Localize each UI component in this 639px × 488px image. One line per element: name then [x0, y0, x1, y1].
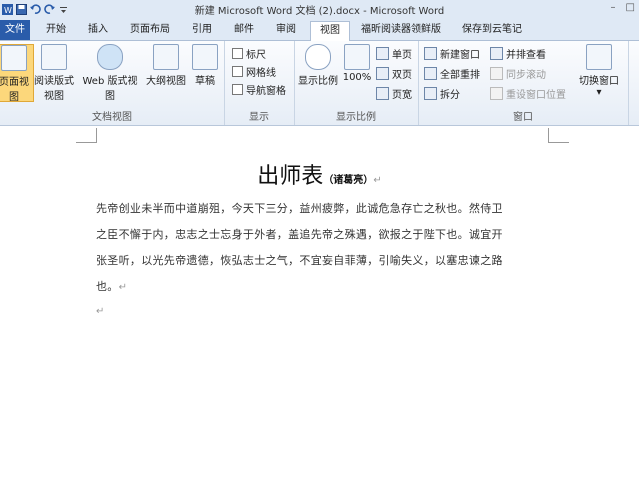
arrange-all-label: 全部重排: [440, 70, 480, 81]
switch-windows-icon: [586, 44, 612, 70]
gridlines-label: 网格线: [246, 68, 276, 79]
two-pages-button[interactable]: 双页: [376, 66, 412, 81]
window-title: 新建 Microsoft Word 文档 (2).docx - Microsof…: [194, 6, 445, 17]
gridlines-check-icon: [232, 66, 243, 77]
maximize-button[interactable]: □: [626, 2, 635, 13]
reset-window-position-button[interactable]: 重设窗口位置: [490, 86, 566, 101]
tab-mailings[interactable]: 邮件: [228, 21, 260, 39]
draft-button[interactable]: 草稿: [190, 44, 220, 87]
arrange-all-icon: [424, 67, 437, 80]
sync-scroll-icon: [490, 67, 503, 80]
outline-button[interactable]: 大纲视图: [146, 44, 186, 87]
reset-window-position-icon: [490, 87, 503, 100]
navigation-pane-label: 导航窗格: [246, 86, 286, 97]
tab-references[interactable]: 引用: [186, 21, 218, 39]
arrange-all-button[interactable]: 全部重排: [424, 66, 480, 81]
outline-label: 大纲视图: [146, 76, 186, 87]
switch-windows-arrow-icon: ▾: [596, 87, 602, 98]
group-label-window: 窗口: [513, 112, 533, 123]
group-document-views: 页面视图 阅读版式 视图 Web 版式视图 大纲视图 草稿 文档视图: [0, 41, 225, 125]
tab-file[interactable]: 文件: [0, 20, 30, 40]
zoom-label: 显示比例: [298, 76, 338, 87]
print-layout-icon: [1, 45, 27, 71]
one-page-icon: [376, 47, 389, 60]
gridlines-checkbox[interactable]: 网格线: [232, 64, 276, 79]
title-text: 出师表: [257, 164, 324, 189]
tab-foxit-reader[interactable]: 福昕阅读器领鲜版: [356, 21, 446, 39]
side-by-side-label: 并排查看: [506, 50, 546, 61]
paragraph-end-mark-icon: ↵: [118, 282, 128, 293]
full-screen-reading-button[interactable]: 阅读版式 视图: [34, 44, 74, 102]
tab-save-cloud-note[interactable]: 保存到云笔记: [454, 21, 530, 39]
ribbon: 页面视图 阅读版式 视图 Web 版式视图 大纲视图 草稿 文档视图 标尺 网格…: [0, 41, 639, 126]
zoom-100-icon: [344, 44, 370, 70]
two-pages-icon: [376, 67, 389, 80]
split-button[interactable]: 拆分: [424, 86, 460, 101]
print-layout-button[interactable]: 页面视图: [0, 44, 34, 103]
document-paragraph[interactable]: 先帝创业未半而中道崩殂，今天下三分，益州疲弊，此诚危急存亡之秋也。然侍卫 之臣不…: [96, 196, 548, 301]
draft-icon: [192, 44, 218, 70]
web-layout-icon: [97, 44, 123, 70]
ruler-label: 标尺: [246, 50, 266, 61]
split-icon: [424, 87, 437, 100]
magnifier-icon: [305, 44, 331, 70]
one-page-label: 单页: [392, 50, 412, 61]
paragraph-line-4: 也。: [96, 280, 119, 293]
side-by-side-icon: [490, 47, 503, 60]
web-layout-button[interactable]: Web 版式视图: [78, 44, 142, 102]
sync-scroll-button[interactable]: 同步滚动: [490, 66, 546, 81]
page-width-label: 页宽: [392, 90, 412, 101]
page-width-icon: [376, 87, 389, 100]
zoom-100-button[interactable]: 100%: [342, 44, 372, 83]
split-label: 拆分: [440, 90, 460, 101]
full-screen-reading-label: 阅读版式 视图: [34, 76, 74, 102]
ribbon-tabs: 文件 开始 插入 页面布局 引用 邮件 审阅 视图 福昕阅读器领鲜版 保存到云笔…: [0, 18, 639, 41]
web-layout-label: Web 版式视图: [82, 76, 138, 102]
title-bar: W 新建 Microsoft Word 文档 (2).docx - Micros…: [0, 0, 639, 18]
tab-home[interactable]: 开始: [40, 21, 72, 39]
page-corner-mark-left: [76, 128, 97, 143]
outline-icon: [153, 44, 179, 70]
ruler-check-icon: [232, 48, 243, 59]
reading-layout-icon: [41, 44, 67, 70]
document-title: 出师表（诸葛亮）↵: [0, 158, 639, 190]
one-page-button[interactable]: 单页: [376, 46, 412, 61]
navigation-pane-check-icon: [232, 84, 243, 95]
paragraph-line-3: 张圣听，以光先帝遗德，恢弘志士之气，不宜妄自菲薄，引喻失义，以塞忠谏之路: [96, 254, 503, 267]
paragraph-line-2: 之臣不懈于内，忠志之士忘身于外者，盖追先帝之殊遇，欲报之于陛下也。诚宜开: [96, 228, 503, 241]
reset-window-position-label: 重设窗口位置: [506, 90, 566, 101]
author-text: （诸葛亮）: [323, 175, 374, 186]
new-window-button[interactable]: 新建窗口: [424, 46, 480, 61]
switch-windows-button[interactable]: 切换窗口 ▾: [576, 44, 622, 98]
print-layout-label: 页面视图: [0, 77, 29, 103]
ruler-checkbox[interactable]: 标尺: [232, 46, 266, 61]
group-label-document-views: 文档视图: [92, 112, 132, 123]
zoom-button[interactable]: 显示比例: [298, 44, 338, 87]
new-window-icon: [424, 47, 437, 60]
two-pages-label: 双页: [392, 70, 412, 81]
group-window: 新建窗口 全部重排 拆分 并排查看 同步滚动 重设窗口位置 切换窗口 ▾ 窗口: [418, 41, 629, 125]
group-label-zoom: 显示比例: [336, 112, 376, 123]
switch-windows-label: 切换窗口: [579, 76, 619, 87]
page-width-button[interactable]: 页宽: [376, 86, 412, 101]
view-side-by-side-button[interactable]: 并排查看: [490, 46, 546, 61]
paragraph-line-1: 先帝创业未半而中道崩殂，今天下三分，益州疲弊，此诚危急存亡之秋也。然侍卫: [96, 202, 503, 215]
tab-view[interactable]: 视图: [310, 21, 350, 41]
tab-review[interactable]: 审阅: [270, 21, 302, 39]
zoom-100-label: 100%: [342, 72, 372, 83]
navigation-pane-checkbox[interactable]: 导航窗格: [232, 82, 286, 97]
draft-label: 草稿: [195, 76, 215, 87]
page-corner-mark-right: [548, 128, 569, 143]
window-controls: – □: [611, 2, 635, 13]
group-zoom: 显示比例 100% 单页 双页 页宽 显示比例: [294, 41, 419, 125]
group-label-show: 显示: [249, 112, 269, 123]
tab-page-layout[interactable]: 页面布局: [124, 21, 176, 39]
tab-insert[interactable]: 插入: [82, 21, 114, 39]
minimize-button[interactable]: –: [611, 2, 616, 13]
group-show: 标尺 网格线 导航窗格 显示: [224, 41, 295, 125]
new-window-label: 新建窗口: [440, 50, 480, 61]
empty-paragraph-mark-icon: ↵: [96, 306, 105, 317]
sync-scroll-label: 同步滚动: [506, 70, 546, 81]
paragraph-mark-icon: ↵: [373, 175, 382, 186]
